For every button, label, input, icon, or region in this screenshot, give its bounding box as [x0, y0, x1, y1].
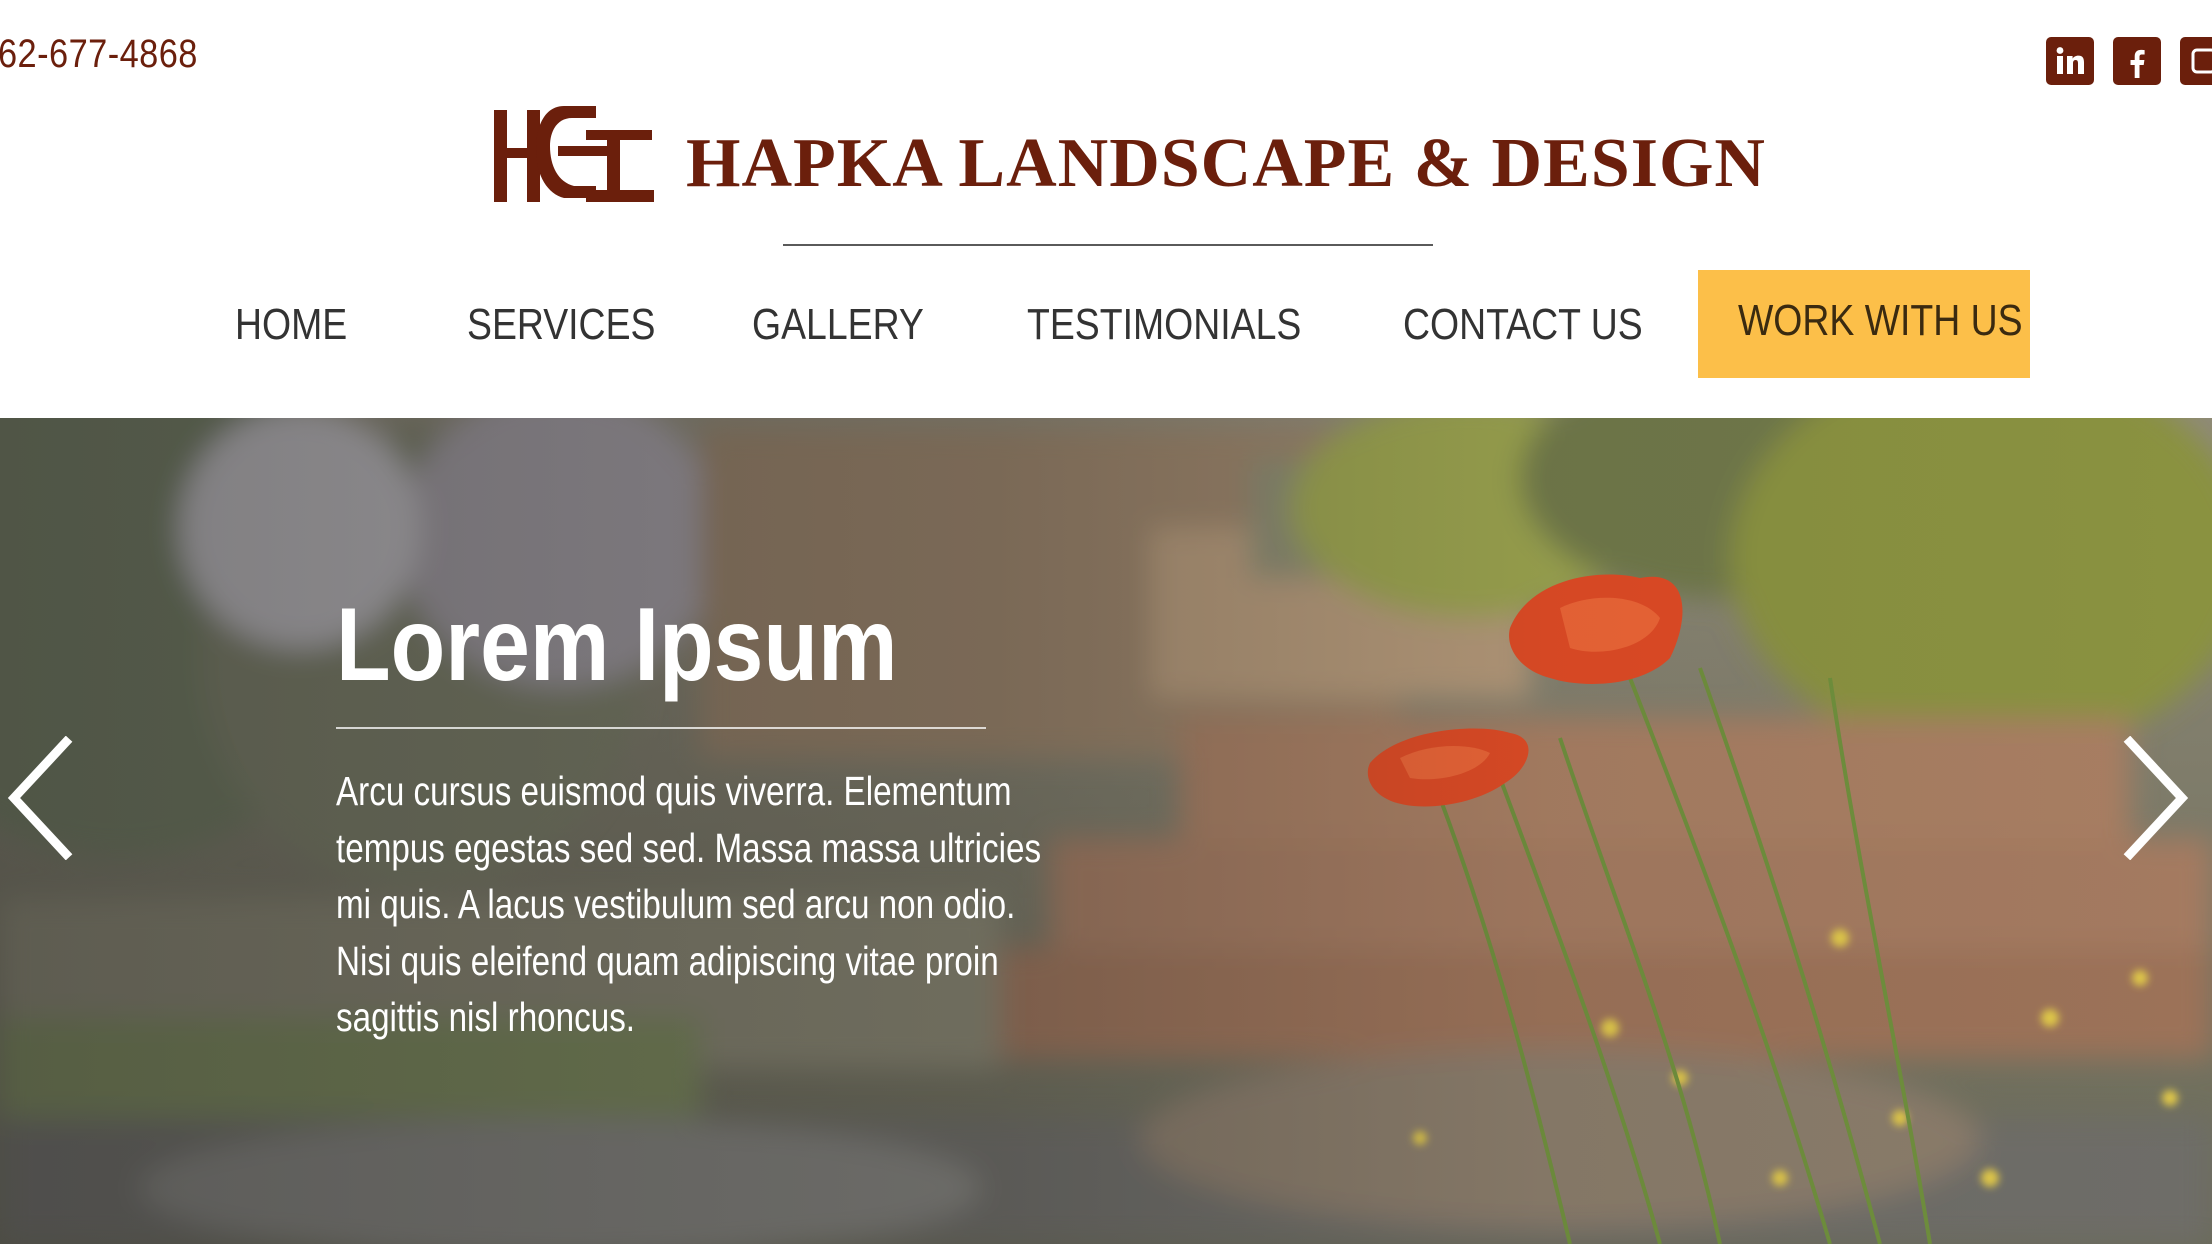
- hero-description-line: mi quis. A lacus vestibulum sed arcu non…: [336, 881, 1016, 927]
- main-nav: HOME SERVICES GALLERY TESTIMONIALS CONTA…: [0, 270, 2212, 380]
- hero-slider: Lorem Ipsum Arcu cursus euismod quis viv…: [0, 418, 2212, 1244]
- hero-description-line: sagittis nisl rhoncus.: [336, 994, 636, 1040]
- nav-item-gallery[interactable]: GALLERY: [752, 300, 924, 350]
- hero-description-line: Nisi quis eleifend quam adipiscing vitae…: [336, 937, 999, 984]
- brand-name[interactable]: HAPKA LANDSCAPE & DESIGN: [686, 124, 1766, 204]
- linkedin-icon[interactable]: [2046, 37, 2094, 85]
- phone-number[interactable]: 62-677-4868: [0, 32, 198, 77]
- hld-monogram-logo[interactable]: [494, 106, 654, 202]
- hero-divider: [336, 727, 986, 729]
- chevron-right-icon[interactable]: [2122, 735, 2192, 861]
- work-with-us-label: WORK WITH US: [1738, 296, 2023, 345]
- nav-item-services[interactable]: SERVICES: [467, 300, 655, 350]
- hero-description: Arcu cursus euismod quis viverra. Elemen…: [336, 763, 1065, 1046]
- facebook-icon[interactable]: [2113, 37, 2161, 85]
- hero-description-line: tempus egestas sed sed. Massa massa ultr…: [336, 824, 1042, 871]
- page: 62-677-4868 HAPKA LANDSCAPE & DESIGN HOM…: [0, 0, 2212, 1244]
- social-links: [2046, 37, 2212, 85]
- social-icon[interactable]: [2180, 37, 2212, 85]
- hero-title: Lorem Ipsum: [336, 587, 898, 703]
- site-header: 62-677-4868 HAPKA LANDSCAPE & DESIGN HOM…: [0, 0, 2212, 418]
- nav-item-home[interactable]: HOME: [235, 300, 347, 350]
- nav-item-contact-us[interactable]: CONTACT US: [1403, 300, 1643, 350]
- brand-divider: [783, 244, 1433, 246]
- nav-item-testimonials[interactable]: TESTIMONIALS: [1027, 300, 1301, 350]
- hero-description-line: Arcu cursus euismod quis viverra. Elemen…: [336, 768, 1012, 814]
- hero-overlay: [0, 418, 2212, 1244]
- work-with-us-button[interactable]: WORK WITH US: [1698, 270, 2030, 378]
- chevron-left-icon[interactable]: [4, 735, 74, 861]
